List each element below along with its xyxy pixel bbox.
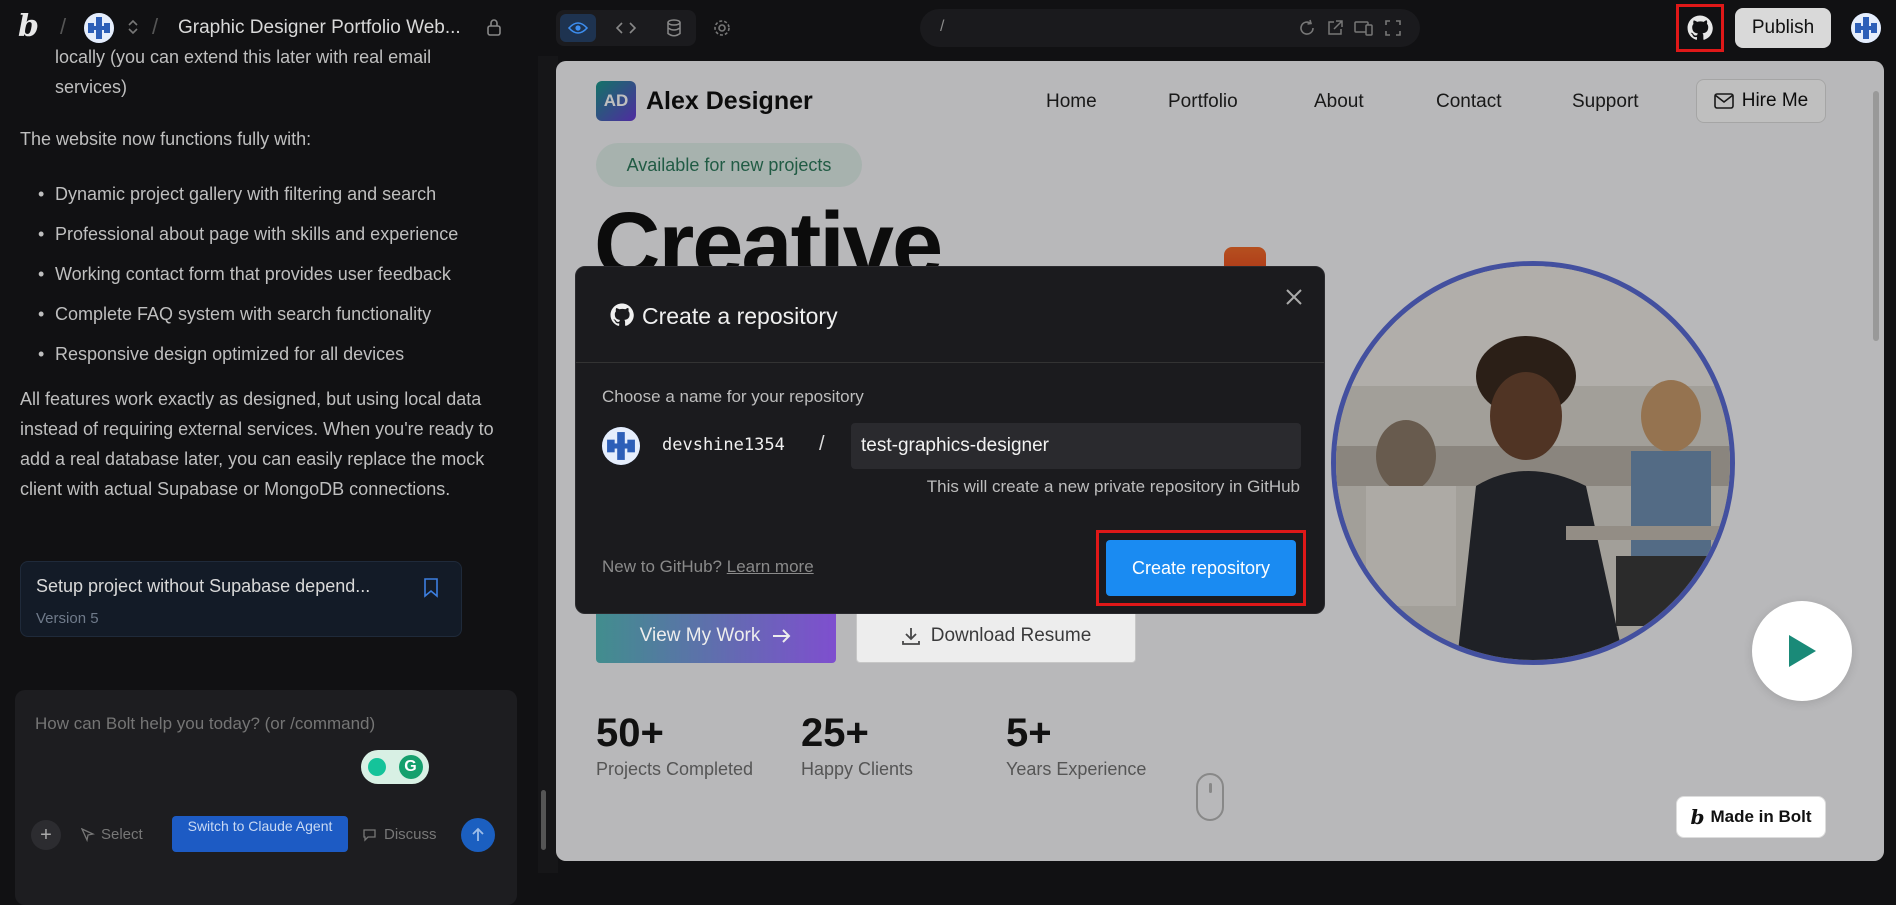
view-toggle-group xyxy=(556,10,696,46)
create-repository-dialog: Create a repository Choose a name for yo… xyxy=(575,266,1325,614)
made-in-bolt-label: Made in Bolt xyxy=(1710,807,1812,826)
owner-avatar xyxy=(602,427,640,465)
create-repository-button[interactable]: Create repository xyxy=(1106,540,1296,596)
view-work-label: View My Work xyxy=(639,625,761,646)
grammarly-icon: G xyxy=(398,755,423,779)
preview-scrollbar[interactable] xyxy=(1871,81,1881,841)
feature-list: Dynamic project gallery with filtering a… xyxy=(20,174,458,374)
download-resume-label: Download Resume xyxy=(930,625,1092,646)
new-to-github-label: New to GitHub? xyxy=(602,557,722,576)
publish-button[interactable]: Publish xyxy=(1735,8,1831,48)
database-icon[interactable] xyxy=(656,14,692,42)
lock-icon xyxy=(486,17,502,42)
dialog-title: Create a repository xyxy=(642,303,838,329)
version-card[interactable]: Setup project without Supabase depend...… xyxy=(20,561,462,637)
url-text: / xyxy=(940,18,945,35)
external-link-icon[interactable] xyxy=(1326,19,1344,42)
discuss-button[interactable]: Discuss xyxy=(363,826,437,843)
cursor-icon xyxy=(81,827,95,842)
view-work-button[interactable]: View My Work xyxy=(596,609,836,663)
breadcrumb-separator: / xyxy=(152,14,159,39)
stat-value: 5+ xyxy=(1006,711,1052,755)
list-item: Working contact form that provides user … xyxy=(20,254,458,294)
add-button[interactable]: + xyxy=(31,820,61,850)
preview-eye-icon[interactable] xyxy=(560,14,596,42)
owner-repo-separator: / xyxy=(819,433,825,455)
breadcrumb-separator: / xyxy=(60,14,67,39)
devices-icon[interactable] xyxy=(1354,19,1374,42)
version-title: Setup project without Supabase depend... xyxy=(36,576,371,596)
repo-name-input[interactable] xyxy=(851,423,1301,469)
chat-text-partial: locally (you can extend this later with … xyxy=(55,47,432,97)
list-item: Dynamic project gallery with filtering a… xyxy=(20,174,458,214)
chat-text-closing: All features work exactly as designed, b… xyxy=(20,389,494,499)
switch-agent-button[interactable]: Switch to Claude Agent xyxy=(172,816,348,852)
bookmark-icon[interactable] xyxy=(423,578,439,603)
github-icon xyxy=(1687,15,1713,40)
create-repository-highlight: Create repository xyxy=(1096,530,1306,606)
stat-label: Happy Clients xyxy=(801,759,914,779)
panel-resize-handle[interactable] xyxy=(538,56,558,873)
list-item: Complete FAQ system with search function… xyxy=(20,294,458,334)
version-label: Version 5 xyxy=(36,610,99,627)
fullscreen-icon[interactable] xyxy=(1384,19,1402,42)
bulb-icon xyxy=(367,758,386,776)
made-in-bolt-badge[interactable]: b Made in Bolt xyxy=(1676,796,1826,838)
download-icon xyxy=(901,628,920,645)
user-avatar[interactable] xyxy=(1851,13,1881,43)
new-to-github-text: New to GitHub? Learn more xyxy=(602,557,814,577)
url-bar[interactable]: / xyxy=(920,9,1420,47)
project-title[interactable]: Graphic Designer Portfolio Web... xyxy=(178,17,461,39)
github-button[interactable] xyxy=(1676,4,1724,52)
list-item: Professional about page with skills and … xyxy=(20,214,458,254)
discuss-label: Discuss xyxy=(384,826,437,843)
stat-label: Projects Completed xyxy=(596,759,754,779)
chat-sidebar: locally (you can extend this later with … xyxy=(0,47,540,905)
play-button[interactable] xyxy=(1752,601,1852,701)
repo-owner: devshine1354 xyxy=(662,435,785,455)
github-icon xyxy=(610,303,634,332)
stat-label: Years Experience xyxy=(1006,759,1147,779)
download-resume-button[interactable]: Download Resume xyxy=(856,609,1136,663)
select-label: Select xyxy=(101,826,143,843)
bolt-mini-logo: b xyxy=(1690,805,1705,829)
close-icon[interactable] xyxy=(1282,285,1306,309)
preview-scrollbar-thumb[interactable] xyxy=(1873,91,1879,341)
reload-icon[interactable] xyxy=(1298,19,1316,42)
chat-text-heading: The website now functions fully with: xyxy=(20,129,312,149)
gear-icon[interactable] xyxy=(712,18,732,43)
dialog-divider xyxy=(576,362,1324,363)
learn-more-link[interactable]: Learn more xyxy=(727,557,814,576)
grammarly-widget[interactable]: G xyxy=(361,750,429,784)
arrow-right-icon xyxy=(773,629,791,643)
repo-name-label: Choose a name for your repository xyxy=(602,387,864,406)
stat-value: 25+ xyxy=(801,711,869,755)
code-icon[interactable] xyxy=(608,14,644,42)
arrow-up-icon xyxy=(472,827,484,841)
scrollbar-thumb[interactable] xyxy=(541,790,546,850)
select-button[interactable]: Select xyxy=(81,826,143,843)
list-item: Responsive design optimized for all devi… xyxy=(20,334,458,374)
stat-value: 50+ xyxy=(596,711,664,755)
chat-icon xyxy=(363,828,376,842)
bolt-logo[interactable]: b xyxy=(18,12,44,42)
play-icon xyxy=(1789,635,1816,667)
scroll-mouse-icon xyxy=(1196,773,1224,821)
send-button[interactable] xyxy=(461,818,495,852)
workspace-avatar[interactable] xyxy=(84,13,114,43)
chevron-updown-icon[interactable] xyxy=(126,18,140,41)
repo-hint: This will create a new private repositor… xyxy=(926,477,1300,496)
